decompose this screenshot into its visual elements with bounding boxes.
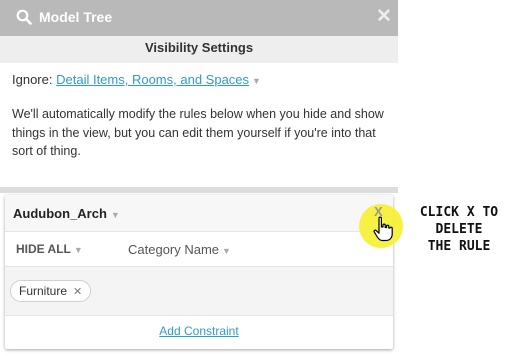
constraint-tag: Furniture ✕ (10, 280, 92, 302)
ignore-dropdown[interactable]: Detail Items, Rooms, and Spaces (56, 72, 249, 87)
rule-columns: HIDE ALL ▼ Category Name ▼ (5, 231, 393, 265)
chevron-down-icon[interactable]: ▼ (252, 76, 261, 86)
annotation-line: DELETE (435, 222, 483, 237)
chevron-down-icon[interactable]: ▼ (222, 246, 231, 256)
close-icon[interactable]: ✕ (376, 6, 392, 28)
description-text: We'll automatically modify the rules bel… (12, 107, 384, 158)
panel-title: Model Tree (39, 9, 113, 25)
chevron-down-icon[interactable]: ▼ (74, 245, 83, 255)
search-icon[interactable] (16, 9, 32, 25)
model-tree-panel: Model Tree ✕ Visibility Settings Ignore:… (0, 0, 398, 356)
annotation-line: CLICK X TO (419, 205, 499, 220)
add-constraint-row: Add Constraint (5, 324, 393, 338)
category-name-label: Category Name (128, 242, 220, 257)
category-name-dropdown[interactable]: Category Name ▼ (128, 242, 231, 257)
constraint-area: Furniture ✕ (5, 266, 393, 316)
rule-card: Audubon_Arch ▼ HIDE ALL ▼ Category Name ▼ F… (5, 195, 393, 349)
constraint-tag-label: Furniture (19, 284, 68, 298)
rule-name-dropdown[interactable]: Audubon_Arch ▼ (13, 206, 120, 221)
hand-cursor-icon (373, 216, 393, 242)
add-constraint-link[interactable]: Add Constraint (159, 324, 238, 338)
annotation-text: CLICK X TO DELETE THE RULE (408, 204, 510, 255)
divider (0, 187, 398, 193)
ignore-label: Ignore: (12, 72, 53, 87)
chevron-down-icon[interactable]: ▼ (111, 210, 120, 220)
remove-tag-icon[interactable]: ✕ (73, 286, 82, 298)
annotation-line: THE RULE (427, 239, 491, 254)
hide-all-dropdown[interactable]: HIDE ALL ▼ (16, 242, 83, 256)
ignore-row: Ignore: Detail Items, Rooms, and Spaces ▼ (12, 72, 261, 87)
section-title: Visibility Settings (0, 36, 398, 63)
rule-name: Audubon_Arch (13, 206, 107, 221)
rule-header: Audubon_Arch ▼ (5, 195, 393, 232)
hide-all-label: HIDE ALL (16, 242, 71, 256)
panel-titlebar: Model Tree ✕ (0, 0, 398, 36)
